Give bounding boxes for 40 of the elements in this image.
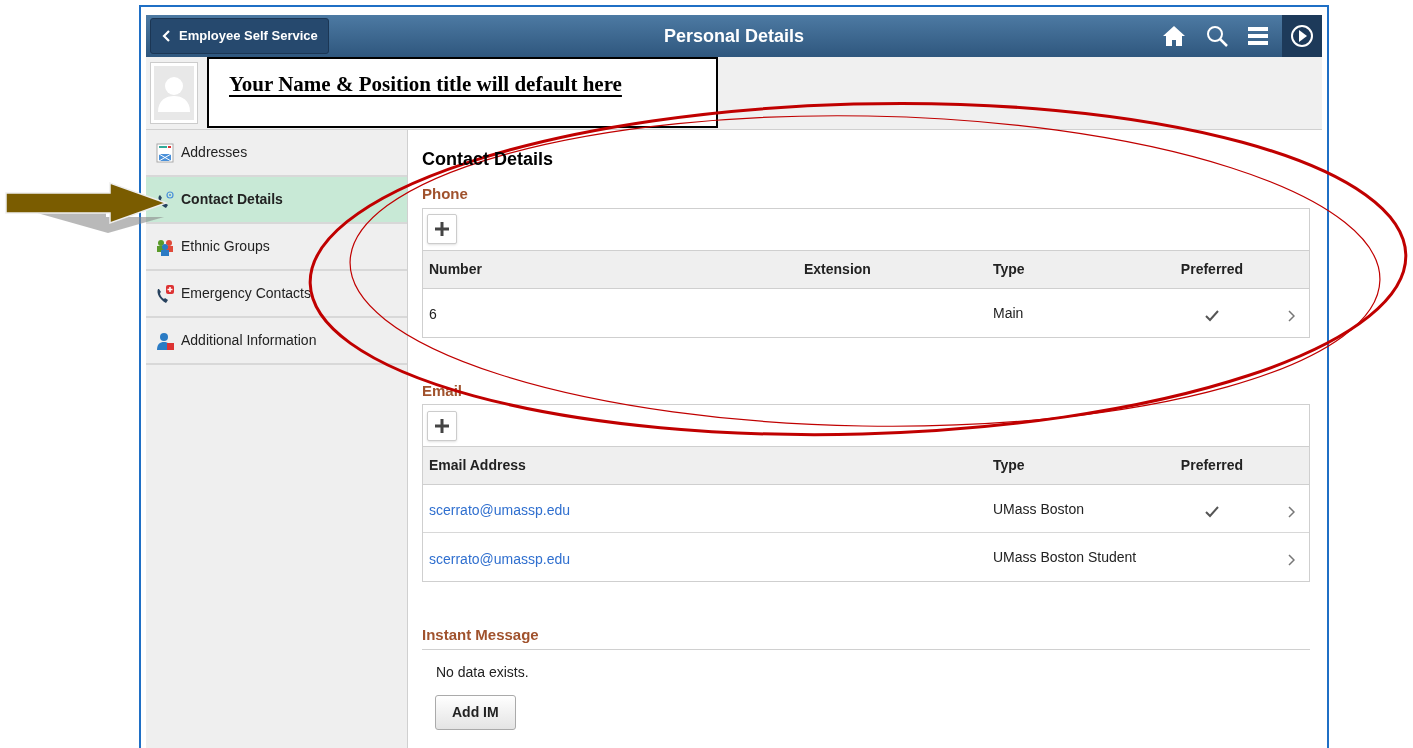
avatar [150,62,198,124]
callout-text: Your Name & Position title will default here [229,72,622,96]
table-row[interactable]: scerrato@umassp.edu UMass Boston Student [423,533,1309,581]
envelope-icon [155,142,175,163]
add-im-button[interactable]: Add IM [435,694,516,730]
add-button[interactable] [427,214,457,244]
back-button[interactable]: Employee Self Service [150,18,329,54]
chevron-icon [1288,505,1295,518]
empty-message: No data exists. [436,662,530,682]
column-header: Type [993,260,1025,277]
menu-icon[interactable] [1248,27,1268,45]
navigator-button[interactable] [1282,15,1322,57]
table-cell: UMass Boston Student [993,549,1137,565]
chevron-icon [1288,309,1295,322]
add-button[interactable] [427,410,457,441]
column-header: Extension [804,260,871,277]
column-header: Number [429,260,482,277]
plus-icon [435,222,449,236]
chevron-icon [1288,554,1295,566]
phone-icon [155,283,175,304]
table-cell: Main [993,304,1024,321]
email-link[interactable]: scerrato@umassp.edu [429,502,571,518]
search-icon[interactable] [1206,25,1228,47]
column-header: Preferred [1180,260,1244,277]
person-icon [155,330,175,351]
table-row[interactable]: 6 Main [423,288,1309,337]
table-cell: 6 [429,306,437,322]
section-heading: Instant Message [422,624,1310,650]
table-cell: UMass Boston [993,501,1085,517]
home-icon[interactable] [1162,25,1186,47]
section-heading: Phone [422,184,469,204]
email-link[interactable]: scerrato@umassp.edu [429,550,571,567]
plus-icon [435,418,449,433]
back-icon [161,30,173,42]
page-title: Personal Details [663,24,805,48]
sidebar-item[interactable]: Contact Details [146,177,407,224]
column-header: Preferred [1180,457,1244,473]
table-row[interactable]: scerrato@umassp.edu UMass Boston [423,485,1309,533]
column-header: Email Address [429,457,526,473]
column-header: Type [993,457,1025,473]
